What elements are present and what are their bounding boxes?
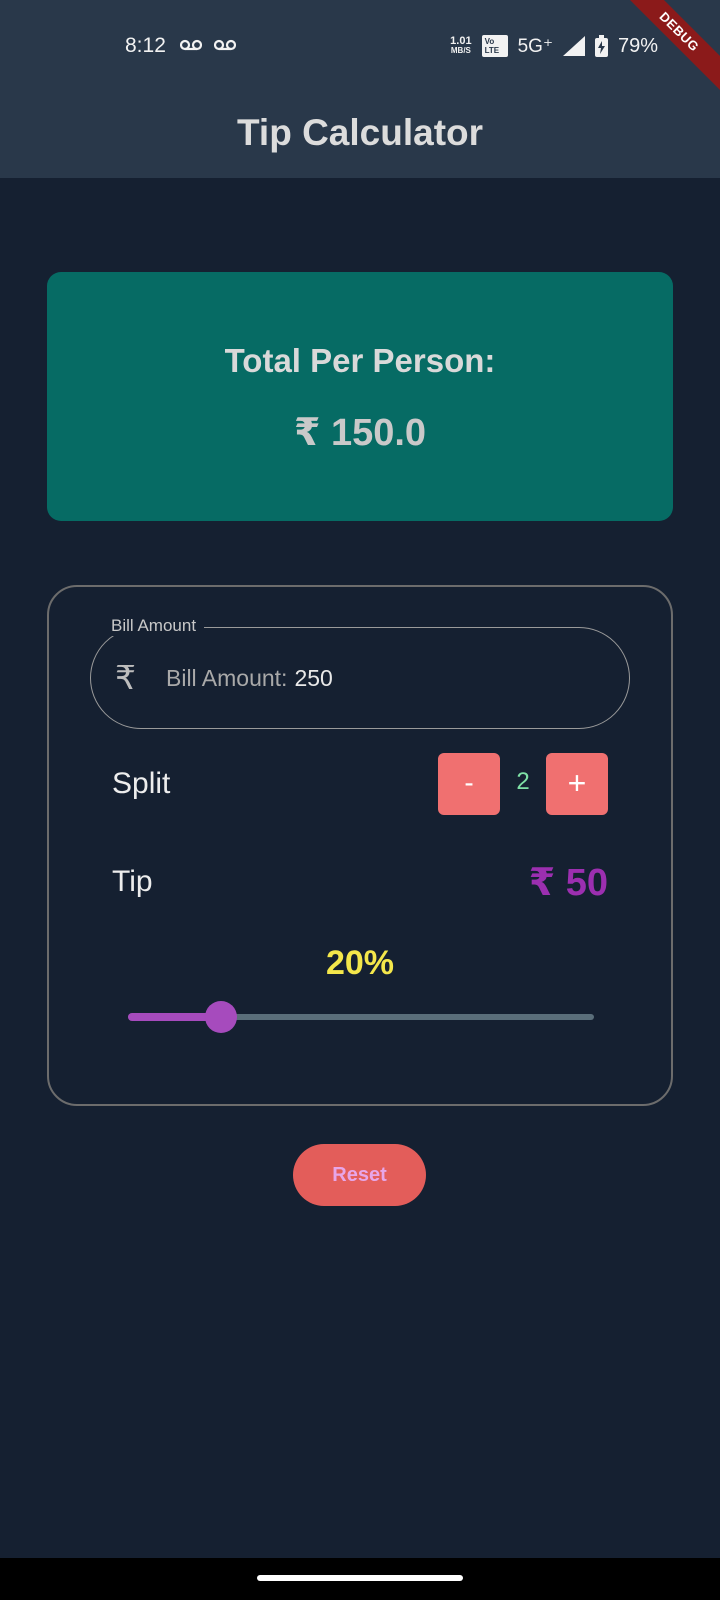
network-speed: 1.01 MB/S	[450, 36, 471, 56]
network-speed-value: 1.01	[450, 35, 472, 47]
battery-percent: 79%	[617, 34, 658, 57]
bill-amount-input[interactable]: Bill Amount: 250	[166, 665, 333, 692]
voicemail-icon	[214, 39, 236, 51]
split-count: 2	[516, 768, 530, 795]
tip-percent: 20%	[325, 944, 395, 982]
navigation-bar	[0, 1558, 720, 1600]
status-bar: 8:12 1.01 MB/S Vo LTE 5G⁺ 79% DEBUG	[0, 0, 720, 94]
rupee-icon: ₹	[115, 659, 136, 696]
slider-thumb[interactable]	[205, 1001, 238, 1033]
tip-slider[interactable]	[128, 997, 594, 1037]
network-type: 5G⁺	[517, 35, 553, 57]
bill-amount-value: 250	[294, 665, 333, 691]
reset-button[interactable]: Reset	[293, 1144, 426, 1206]
total-per-person-card: Total Per Person: ₹ 150.0	[47, 272, 673, 521]
total-per-person-label: Total Per Person:	[224, 342, 496, 379]
split-decrement-button[interactable]: -	[438, 753, 500, 815]
page-title: Tip Calculator	[236, 112, 484, 153]
status-time: 8:12	[125, 34, 166, 57]
volte-top: Vo	[484, 37, 495, 46]
home-indicator[interactable]	[257, 1575, 463, 1581]
tip-label: Tip	[112, 865, 153, 898]
network-speed-unit: MB/S	[450, 46, 471, 55]
total-per-person-value: ₹ 150.0	[293, 412, 427, 454]
voicemail-icon	[180, 39, 202, 51]
app-bar: Tip Calculator	[0, 92, 720, 178]
split-increment-button[interactable]: +	[546, 753, 608, 815]
bill-amount-legend: Bill Amount	[103, 616, 205, 636]
bill-amount-field[interactable]: Bill Amount ₹ Bill Amount: 250	[90, 616, 630, 729]
signal-icon	[562, 36, 585, 56]
volte-badge: Vo LTE	[481, 35, 508, 57]
volte-bottom: LTE	[484, 46, 500, 55]
bill-amount-prefix: Bill Amount:	[166, 665, 288, 691]
calculator-card: Bill Amount ₹ Bill Amount: 250 Split - 2…	[47, 585, 673, 1106]
split-label: Split	[112, 767, 171, 800]
tip-amount: ₹ 50	[528, 862, 608, 904]
battery-charging-icon	[594, 35, 608, 57]
status-indicators: 1.01 MB/S Vo LTE 5G⁺ 79%	[450, 32, 658, 60]
